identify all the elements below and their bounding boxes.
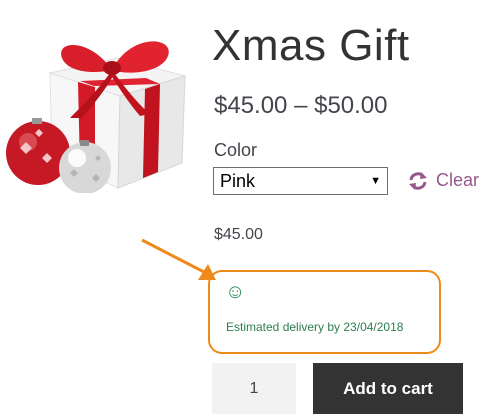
quantity-input[interactable]: 1 (212, 363, 296, 414)
color-select-value: Pink (220, 170, 256, 191)
variation-price: $45.00 (214, 226, 263, 243)
color-select[interactable]: Pink ▼ (213, 167, 388, 195)
add-to-cart-button[interactable]: Add to cart (313, 363, 463, 414)
delivery-estimate-box: ☺ Estimated delivery by 23/04/2018 (208, 270, 441, 354)
estimated-delivery-text: Estimated delivery by 23/04/2018 (226, 320, 404, 334)
clear-label: Clear (436, 170, 480, 190)
chevron-down-icon: ▼ (370, 175, 381, 187)
refresh-icon (409, 171, 427, 190)
price-range: $45.00 – $50.00 (214, 92, 388, 119)
color-label: Color (214, 140, 258, 160)
clear-link[interactable]: Clear (408, 170, 479, 191)
product-title: Xmas Gift (212, 21, 410, 70)
product-image (6, 41, 187, 193)
smiley-icon: ☺ (225, 281, 246, 303)
annotation-arrow (141, 238, 216, 280)
